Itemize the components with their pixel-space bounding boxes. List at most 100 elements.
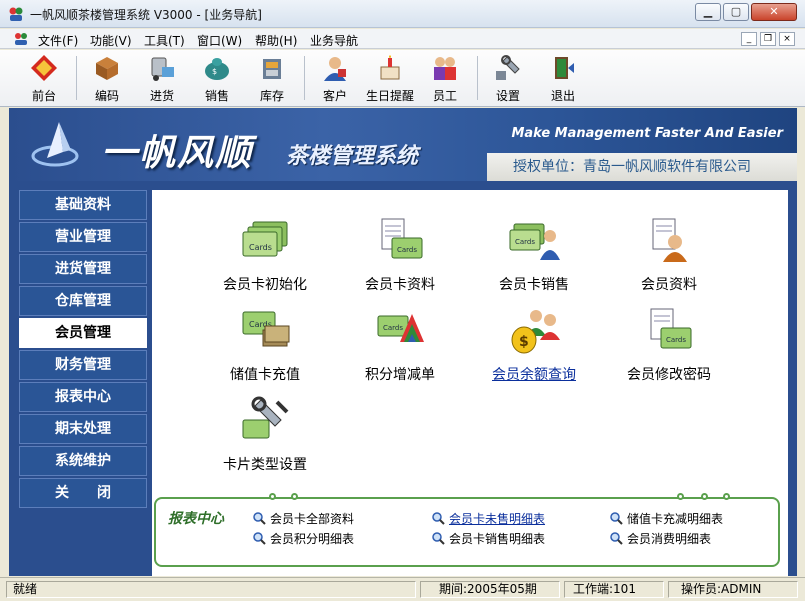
svg-text:Cards: Cards: [249, 243, 272, 252]
sidebar-item-finance[interactable]: 财务管理: [19, 350, 147, 380]
member-info-icon: [652, 218, 687, 262]
toolbar-label: 客户: [322, 89, 347, 103]
staff-icon: [434, 57, 456, 80]
sidebar-item-basic-data[interactable]: 基础资料: [19, 190, 147, 220]
toolbar-label: 进货: [149, 89, 174, 103]
toolbar-label: 库存: [259, 89, 284, 103]
status-operator: 操作员:ADMIN: [668, 581, 798, 598]
menu-help[interactable]: 帮助(H): [255, 32, 297, 49]
card-sale-icon: Cards: [509, 223, 560, 260]
menu-business-nav[interactable]: 业务导航: [310, 32, 358, 49]
coding-icon: [96, 57, 118, 80]
toolbar-customer[interactable]: 客户: [310, 53, 360, 105]
sidebar: 基础资料 营业管理 进货管理 仓库管理 会员管理 财务管理 报表中心 期末处理 …: [9, 181, 150, 576]
menu-bar: 文件(F) 功能(V) 工具(T) 窗口(W) 帮助(H) 业务导航 _ ❐ ×: [0, 29, 805, 49]
sidebar-item-reports[interactable]: 报表中心: [19, 382, 147, 412]
maximize-button[interactable]: ▢: [723, 3, 749, 21]
menu-function[interactable]: 功能(V): [90, 32, 132, 49]
recharge-button[interactable]: Cards 储值卡充值: [205, 306, 325, 384]
toolbar-exit[interactable]: 退出: [538, 53, 588, 105]
settings-icon: [496, 55, 520, 80]
menu-file[interactable]: 文件(F): [38, 32, 78, 49]
toolbar: 前台 编码 进货 $ 销售 库存 客户 生日提醒 员工 设置 退出: [0, 50, 805, 107]
binder-ring: [701, 493, 708, 500]
magnifier-icon: [253, 532, 266, 545]
binder-ring: [677, 493, 684, 500]
points-icon: Cards: [377, 314, 424, 342]
toolbar-sales[interactable]: $ 销售: [192, 53, 242, 105]
member-info-button[interactable]: 会员资料: [609, 216, 729, 294]
exit-icon: [555, 57, 574, 79]
toolbar-separator: [304, 56, 305, 100]
balance-query-icon: $: [511, 310, 560, 354]
change-password-icon: Cards: [650, 308, 692, 349]
toolbar-purchase[interactable]: 进货: [137, 53, 187, 105]
magnifier-icon: [610, 532, 623, 545]
report-link[interactable]: 会员积分明细表: [252, 530, 354, 547]
menu-tools[interactable]: 工具(T): [144, 32, 185, 49]
customer-icon: [324, 57, 346, 81]
report-link[interactable]: 会员卡全部资料: [252, 510, 354, 527]
report-link-label: 储值卡充减明细表: [627, 512, 724, 526]
toolbar-label: 编码: [94, 89, 119, 103]
sidebar-item-close[interactable]: 关 闭: [19, 478, 147, 508]
mdi-restore-button[interactable]: ❐: [760, 32, 776, 46]
sail-logo-icon: [31, 122, 79, 167]
app-banner: 一帆风顺 茶楼管理系统 Make Management Faster And E…: [9, 108, 797, 181]
toolbar-label: 退出: [550, 89, 575, 103]
function-label: 会员资料: [641, 277, 697, 293]
menu-window[interactable]: 窗口(W): [197, 32, 242, 49]
function-label: 积分增减单: [365, 367, 435, 383]
svg-text:Cards: Cards: [397, 246, 417, 254]
change-password-button[interactable]: Cards 会员修改密码: [609, 306, 729, 384]
sidebar-item-business[interactable]: 营业管理: [19, 222, 147, 252]
status-ready: 就绪: [6, 581, 416, 598]
sidebar-item-period-end[interactable]: 期末处理: [19, 414, 147, 444]
report-link[interactable]: 储值卡充减明细表: [609, 510, 723, 527]
app-icon: [9, 7, 23, 21]
card-info-button[interactable]: Cards 会员卡资料: [340, 216, 460, 294]
close-button[interactable]: ✕: [751, 3, 797, 21]
inventory-icon: [263, 59, 281, 79]
minimize-button[interactable]: ▁: [695, 3, 721, 21]
toolbar-coding[interactable]: 编码: [82, 53, 132, 105]
toolbar-settings[interactable]: 设置: [483, 53, 533, 105]
report-link-label: 会员卡全部资料: [270, 512, 355, 526]
magnifier-icon: [253, 512, 266, 525]
sidebar-item-members[interactable]: 会员管理: [19, 318, 147, 348]
card-init-button[interactable]: Cards 会员卡初始化: [205, 216, 325, 294]
toolbar-inventory[interactable]: 库存: [247, 53, 297, 105]
binder-ring: [723, 493, 730, 500]
sidebar-item-maintenance[interactable]: 系统维护: [19, 446, 147, 476]
card-type-settings-button[interactable]: 卡片类型设置: [205, 396, 325, 474]
front-desk-icon: [31, 55, 57, 81]
report-link[interactable]: 会员消费明细表: [609, 530, 711, 547]
points-adjust-button[interactable]: Cards 积分增减单: [340, 306, 460, 384]
balance-query-button[interactable]: $ 会员余额查询: [474, 306, 594, 384]
svg-text:Cards: Cards: [515, 238, 535, 246]
toolbar-staff[interactable]: 员工: [420, 53, 470, 105]
window-title: 一帆风顺茶楼管理系统 V3000 - [业务导航]: [30, 8, 262, 22]
toolbar-birthday[interactable]: 生日提醒: [362, 53, 418, 105]
purchase-icon: [151, 57, 174, 81]
toolbar-label: 生日提醒: [365, 89, 414, 103]
sales-icon: $: [205, 58, 229, 80]
sidebar-item-warehouse[interactable]: 仓库管理: [19, 286, 147, 316]
report-link-label: 会员积分明细表: [270, 532, 355, 546]
svg-text:$: $: [212, 67, 217, 76]
function-label: 储值卡充值: [230, 367, 300, 383]
toolbar-front-desk[interactable]: 前台: [19, 53, 69, 105]
card-sale-button[interactable]: Cards 会员卡销售: [474, 216, 594, 294]
function-label: 会员卡销售: [499, 277, 569, 293]
toolbar-label: 员工: [432, 89, 457, 103]
svg-text:Cards: Cards: [666, 336, 686, 344]
report-link[interactable]: 会员卡销售明细表: [431, 530, 545, 547]
sidebar-item-purchase[interactable]: 进货管理: [19, 254, 147, 284]
mdi-doc-icon: [15, 33, 27, 45]
report-center-panel: 报表中心 会员卡全部资料 会员卡未售明细表 储值卡充减明细表 会员积分明细表 会…: [154, 493, 780, 567]
mdi-close-button[interactable]: ×: [779, 32, 795, 46]
mdi-minimize-button[interactable]: _: [741, 32, 757, 46]
report-link[interactable]: 会员卡未售明细表: [431, 510, 545, 527]
status-bar: 就绪 期间:2005年05期 工作端:101 操作员:ADMIN: [0, 577, 805, 601]
recharge-icon: Cards: [242, 311, 290, 347]
